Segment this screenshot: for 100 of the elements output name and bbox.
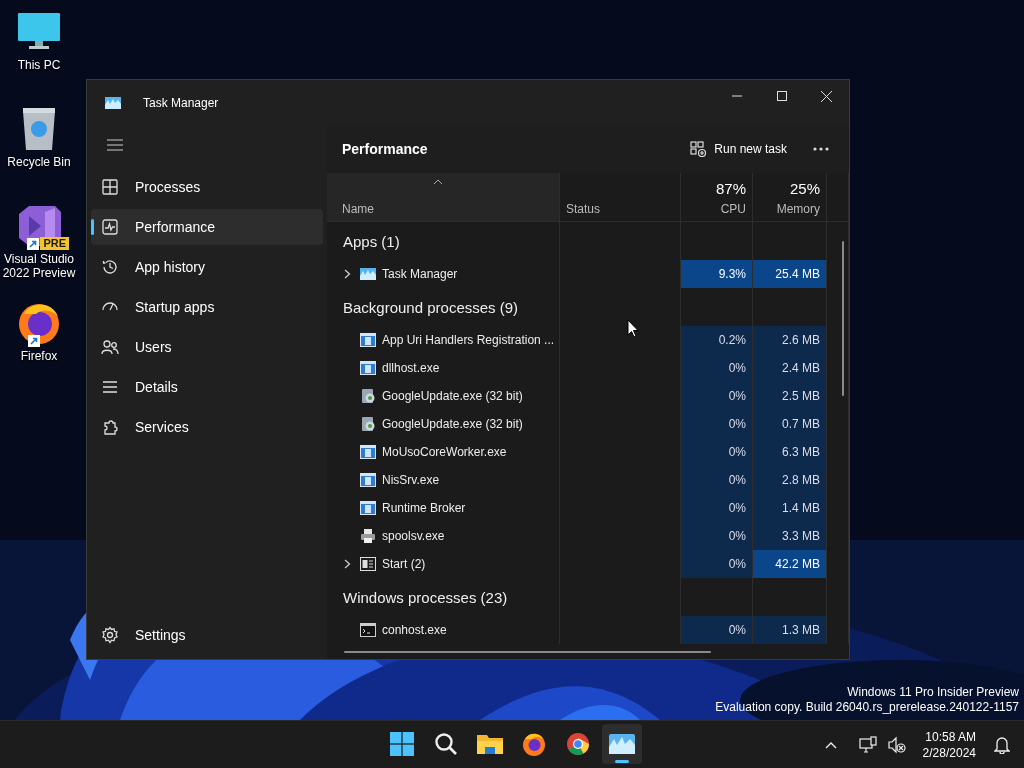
nav-item[interactable]: App history xyxy=(91,249,323,285)
edition-text: Windows 11 Pro Insider Preview xyxy=(847,685,1019,700)
cpu-cell: 9.3% xyxy=(681,260,753,288)
clock-icon xyxy=(101,258,119,276)
run-new-task-button[interactable]: Run new task xyxy=(682,133,795,165)
cpu-cell: 0% xyxy=(681,466,753,494)
memory-cell: 1.4 MB xyxy=(753,494,827,522)
nav-item[interactable]: Startup apps xyxy=(91,289,323,325)
memory-cell: 3.3 MB xyxy=(753,522,827,550)
nav-item[interactable]: Users xyxy=(91,329,323,365)
memory-column-header[interactable]: 25% Memory xyxy=(753,173,827,221)
task-manager-icon xyxy=(360,268,376,280)
memory-cell: 2.4 MB xyxy=(753,354,827,382)
more-icon xyxy=(813,147,829,151)
firefox-icon xyxy=(522,732,546,756)
memory-cell: 6.3 MB xyxy=(753,438,827,466)
page-title: Performance xyxy=(342,141,428,157)
group-header: Windows processes (23) xyxy=(342,588,508,606)
nav-item[interactable]: Performance xyxy=(91,209,323,245)
memory-cell: 1.3 MB xyxy=(753,616,827,644)
process-name[interactable]: MoUsoCoreWorker.exe xyxy=(382,445,507,459)
maximize-icon xyxy=(776,91,787,101)
cpu-cell: 0% xyxy=(681,616,753,644)
desktop-icon-label[interactable]: Visual Studio 2022 Preview xyxy=(1,252,77,280)
group-header: Background processes (9) xyxy=(342,298,519,316)
app-window-icon xyxy=(360,361,376,375)
notification-bell-icon[interactable] xyxy=(994,735,1010,754)
memory-cell: 0.7 MB xyxy=(753,410,827,438)
settings-button[interactable]: Settings xyxy=(91,617,323,653)
puzzle-icon xyxy=(101,418,119,436)
group-header: Apps (1) xyxy=(342,232,400,250)
people-icon xyxy=(101,338,119,356)
task-manager-icon xyxy=(609,734,635,754)
nav-item[interactable]: Details xyxy=(91,369,323,405)
cpu-cell: 0% xyxy=(681,494,753,522)
update-icon xyxy=(360,388,376,404)
process-name[interactable]: dllhost.exe xyxy=(382,361,440,375)
muted-speaker-icon[interactable] xyxy=(886,735,907,754)
folder-icon xyxy=(477,733,503,755)
settings-icon xyxy=(101,626,119,644)
process-name[interactable]: App Uri Handlers Registration ... xyxy=(382,333,555,347)
grid-icon xyxy=(101,178,119,196)
app-window-icon xyxy=(360,445,376,459)
desktop-icon-label[interactable]: Firefox xyxy=(1,349,77,363)
cpu-cell: 0% xyxy=(681,382,753,410)
taskbar-button[interactable] xyxy=(602,724,642,764)
cpu-cell: 0% xyxy=(681,410,753,438)
process-name[interactable]: NisSrv.exe xyxy=(382,473,440,487)
desktop-icon-label[interactable]: This PC xyxy=(1,58,77,72)
nav-item[interactable]: Processes xyxy=(91,169,323,205)
console-icon xyxy=(360,623,376,637)
process-name[interactable]: Start (2) xyxy=(382,557,426,571)
windows-icon xyxy=(390,732,414,756)
chrome-icon xyxy=(566,732,590,756)
process-name[interactable]: spoolsv.exe xyxy=(382,529,445,543)
desktop-icon-label[interactable]: Recycle Bin xyxy=(1,155,77,169)
mouse-pointer-icon xyxy=(627,319,639,338)
name-column-header[interactable]: Name xyxy=(327,173,560,221)
network-icon[interactable] xyxy=(858,735,877,754)
process-name[interactable]: Task Manager xyxy=(382,267,458,281)
task-manager-icon xyxy=(105,96,121,109)
cpu-cell: 0% xyxy=(681,354,753,382)
computer-icon[interactable] xyxy=(17,12,61,52)
pulse-icon xyxy=(101,218,119,236)
memory-cell: 42.2 MB xyxy=(753,550,827,578)
cpu-cell: 0% xyxy=(681,438,753,466)
memory-cell: 2.6 MB xyxy=(753,326,827,354)
process-name[interactable]: GoogleUpdate.exe (32 bit) xyxy=(382,417,523,431)
app-window-icon xyxy=(360,473,376,487)
expand-chevron-icon[interactable] xyxy=(344,559,351,569)
add-task-icon xyxy=(690,141,707,157)
status-column-header[interactable]: Status xyxy=(560,173,681,221)
memory-cell: 2.8 MB xyxy=(753,466,827,494)
update-icon xyxy=(360,416,376,432)
expand-chevron-icon[interactable] xyxy=(344,269,351,279)
process-name[interactable]: Runtime Broker xyxy=(382,501,466,515)
process-name[interactable]: GoogleUpdate.exe (32 bit) xyxy=(382,389,523,403)
memory-cell: 25.4 MB xyxy=(753,260,827,288)
cpu-column-header[interactable]: 87% CPU xyxy=(681,173,753,221)
process-name[interactable]: conhost.exe xyxy=(382,623,447,637)
nav-item[interactable]: Services xyxy=(91,409,323,445)
vertical-scrollbar[interactable] xyxy=(842,241,844,396)
cpu-cell: 0.2% xyxy=(681,326,753,354)
list-icon xyxy=(101,378,119,396)
build-text: Evaluation copy. Build 26040.rs_prerelease.240122-1157 xyxy=(715,700,1019,715)
sort-caret-icon xyxy=(433,179,443,185)
app-window-icon xyxy=(360,501,376,515)
preview-badge: PRE xyxy=(40,237,69,250)
horizontal-scrollbar[interactable] xyxy=(344,651,711,653)
printer-icon xyxy=(360,528,376,544)
recycle-bin-icon[interactable] xyxy=(21,107,57,151)
window-icon xyxy=(360,557,376,571)
clock[interactable]: 10:58 AM 2/28/2024 xyxy=(916,728,982,761)
cpu-cell: 0% xyxy=(681,550,753,578)
chevron-up-icon xyxy=(824,740,837,749)
cpu-cell: 0% xyxy=(681,522,753,550)
window-title: Task Manager xyxy=(143,95,219,110)
memory-cell: 2.5 MB xyxy=(753,382,827,410)
app-window-icon xyxy=(360,333,376,347)
close-icon xyxy=(821,90,832,102)
